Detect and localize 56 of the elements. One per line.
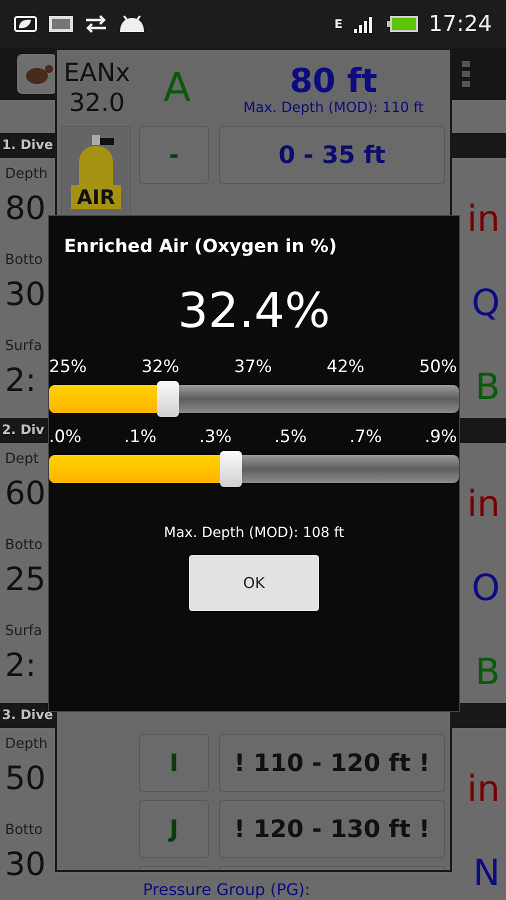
battery-icon (386, 15, 419, 33)
field-label: Surfa (5, 337, 44, 356)
field-label: Botto (5, 536, 44, 555)
field-value: 50 (5, 758, 47, 799)
mod-text: Max. Depth (MOD): 110 ft (243, 100, 424, 116)
overflow-menu-icon[interactable] (462, 61, 470, 87)
sync-arrows-icon (84, 14, 108, 34)
leaf-battery-icon (12, 15, 38, 33)
dialog-title: Enriched Air (Oxygen in %) (64, 236, 337, 257)
android-icon (118, 14, 146, 34)
group-button[interactable]: - (139, 126, 209, 184)
field-label: Dept (5, 450, 40, 469)
field-value: 30 (5, 844, 47, 885)
tank-label: AIR (71, 185, 121, 209)
result-value: Q (472, 282, 500, 326)
network-type: E (334, 17, 343, 31)
result-value: N (473, 852, 500, 896)
tick-label: 42% (326, 357, 364, 377)
field-label: Botto (5, 821, 44, 840)
field-value: 2: (5, 645, 38, 686)
result-value: O (472, 567, 500, 611)
field-label: Surfa (5, 622, 44, 641)
depth-range-button[interactable]: 0 - 35 ft (219, 126, 445, 184)
group-letter: A (162, 65, 192, 111)
field-value: 80 (5, 188, 47, 229)
tick-label: 37% (234, 357, 272, 377)
result-value: in (467, 198, 500, 242)
tick-label: 32% (142, 357, 180, 377)
tick-label: 50% (419, 357, 457, 377)
slider-thumb[interactable] (156, 381, 179, 417)
field-value: 25 (5, 559, 47, 600)
result-value: B (475, 366, 500, 410)
pressure-group-label: Pressure Group (PG): (143, 880, 310, 899)
result-value: B (475, 651, 500, 695)
field-value: 60 (5, 473, 47, 514)
depth-range-button[interactable]: ! 110 - 120 ft ! (219, 734, 445, 792)
oxygen-percentage: 32.4% (178, 283, 330, 339)
depth-value: 80 ft (290, 60, 378, 100)
result-value: in (467, 483, 500, 527)
ok-button[interactable]: OK (189, 555, 319, 611)
field-label: Botto (5, 251, 44, 270)
group-button[interactable]: J (139, 800, 209, 858)
field-label: Depth (5, 165, 48, 184)
result-value: in (467, 768, 500, 812)
field-value: 2: (5, 360, 38, 401)
depth-range-button[interactable]: ! 120 - 130 ft ! (219, 800, 445, 858)
tick-label: 25% (49, 357, 87, 377)
gas-fraction: 32.0 (69, 88, 125, 118)
field-label: Depth (5, 735, 48, 754)
image-icon (48, 15, 74, 33)
mod-text: Max. Depth (MOD): 108 ft (164, 525, 344, 541)
field-value: 30 (5, 274, 47, 315)
group-button[interactable]: I (139, 734, 209, 792)
clock: 17:24 (428, 12, 492, 36)
gas-name: EANx (64, 58, 130, 88)
slider-thumb[interactable] (220, 451, 242, 487)
